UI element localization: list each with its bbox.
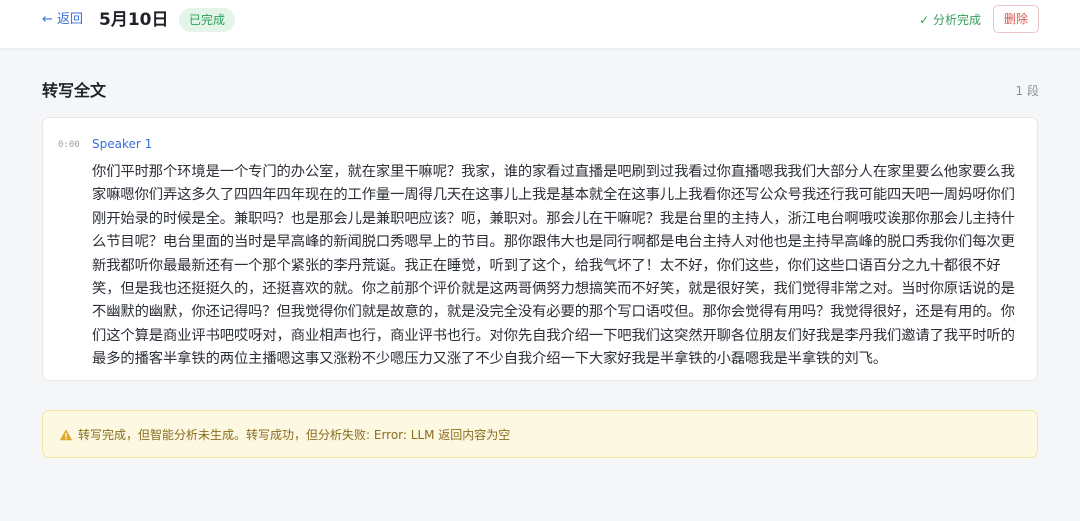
segment-count: 1 段: [1015, 84, 1039, 98]
transcript-segment: 0:00 Speaker 1 你们平时那个环境是一个专门的办公室，就在家里干嘛呢…: [42, 117, 1038, 381]
status-badge: 已完成: [179, 8, 236, 32]
warning-banner: 转写完成，但智能分析未生成。转写成功，但分析失败: Error: LLM 返回内…: [42, 410, 1038, 458]
page-title: 5月10日: [99, 10, 169, 30]
warning-triangle-icon: [59, 429, 73, 441]
segment-timestamp[interactable]: 0:00: [58, 139, 80, 151]
warning-text: 转写完成，但智能分析未生成。转写成功，但分析失败: Error: LLM 返回内…: [78, 428, 511, 442]
transcript-section-title: 转写全文: [42, 81, 107, 100]
back-link[interactable]: ← 返回: [42, 11, 83, 29]
top-bar: ← 返回 5月10日 已完成 ✓ 分析完成 删除: [0, 0, 1080, 49]
delete-button[interactable]: 删除: [993, 5, 1039, 33]
speaker-label: Speaker 1: [92, 137, 153, 151]
transcript-text: 你们平时那个环境是一个专门的办公室，就在家里干嘛呢？我家，谁的家看过直播是吧刷到…: [92, 164, 1015, 368]
analysis-status: ✓ 分析完成: [919, 13, 981, 27]
